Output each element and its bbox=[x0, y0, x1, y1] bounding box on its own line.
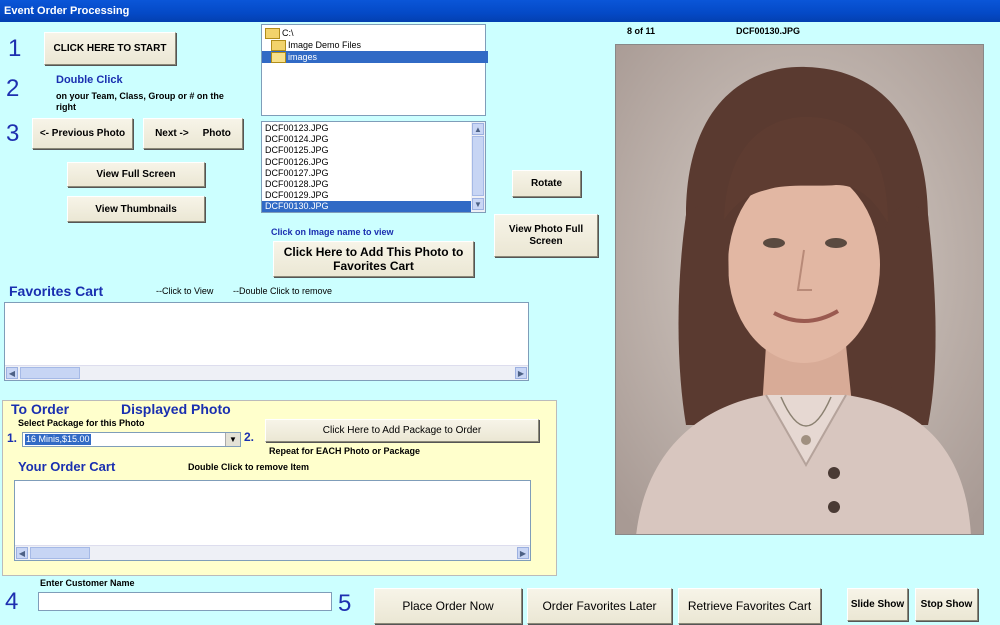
chevron-down-icon[interactable]: ▼ bbox=[225, 433, 240, 446]
order-cart-hint: Double Click to remove Item bbox=[188, 462, 310, 472]
order-cart-list[interactable]: ◀ ▶ bbox=[14, 480, 531, 561]
double-click-title: Double Click bbox=[56, 74, 123, 86]
add-package-step-number: 2. bbox=[244, 430, 255, 444]
place-order-button[interactable]: Place Order Now bbox=[374, 588, 522, 624]
step-5-number: 5 bbox=[338, 590, 352, 617]
scroll-right-icon[interactable]: ▶ bbox=[517, 547, 529, 559]
favorites-cart-title: Favorites Cart bbox=[9, 283, 104, 299]
file-list-scrollbar[interactable]: ▲ ▼ bbox=[471, 122, 485, 212]
folder-label: Image Demo Files bbox=[288, 40, 362, 50]
start-button[interactable]: CLICK HERE TO START bbox=[44, 32, 176, 65]
view-photo-full-screen-button[interactable]: View Photo Full Screen bbox=[494, 214, 598, 257]
list-item[interactable]: DCF00125.JPG bbox=[262, 145, 471, 156]
file-list[interactable]: DCF00123.JPG DCF00124.JPG DCF00125.JPG D… bbox=[261, 121, 486, 213]
click-image-name-hint: Click on Image name to view bbox=[271, 227, 394, 237]
order-favorites-later-button[interactable]: Order Favorites Later bbox=[527, 588, 672, 624]
folder-label: C:\ bbox=[282, 28, 294, 38]
double-click-description: on your Team, Class, Group or # on the r… bbox=[56, 91, 224, 112]
select-package-label: Select Package for this Photo bbox=[18, 418, 145, 428]
folder-tree[interactable]: C:\ Image Demo Files images bbox=[261, 24, 488, 116]
view-thumbnails-button[interactable]: View Thumbnails bbox=[67, 196, 205, 222]
scroll-left-icon[interactable]: ◀ bbox=[6, 367, 18, 379]
folder-label: images bbox=[288, 52, 318, 62]
next-photo-button[interactable]: Next -> Photo bbox=[143, 118, 243, 149]
list-item[interactable]: DCF00128.JPG bbox=[262, 179, 471, 190]
customer-name-label: Enter Customer Name bbox=[40, 578, 135, 588]
order-panel: To Order Displayed Photo Select Package … bbox=[2, 400, 557, 576]
favorites-remove-hint: --Double Click to remove bbox=[233, 286, 333, 296]
customer-name-value bbox=[39, 597, 41, 609]
scroll-left-icon[interactable]: ◀ bbox=[16, 547, 28, 559]
list-item[interactable]: DCF00129.JPG bbox=[262, 190, 471, 201]
displayed-photo-title: Displayed Photo bbox=[121, 401, 231, 417]
add-to-favorites-button[interactable]: Click Here to Add This Photo to Favorite… bbox=[273, 241, 474, 277]
order-cart-scrollbar[interactable]: ◀ ▶ bbox=[15, 545, 530, 560]
list-item[interactable]: DCF00127.JPG bbox=[262, 168, 471, 179]
repeat-hint: Repeat for EACH Photo or Package bbox=[269, 446, 421, 456]
folder-item-demo[interactable]: Image Demo Files bbox=[265, 39, 488, 51]
add-package-button[interactable]: Click Here to Add Package to Order bbox=[265, 419, 539, 442]
scroll-thumb[interactable] bbox=[20, 367, 80, 379]
scroll-thumb[interactable] bbox=[472, 136, 484, 196]
order-cart-title: Your Order Cart bbox=[18, 459, 116, 474]
list-item[interactable]: DCF00123.JPG bbox=[262, 123, 471, 134]
step-1-number: 1 bbox=[8, 35, 22, 62]
folder-item-root[interactable]: C:\ bbox=[265, 27, 488, 39]
folder-icon bbox=[271, 39, 286, 51]
stop-show-button[interactable]: Stop Show bbox=[915, 588, 978, 621]
list-item-selected[interactable]: DCF00130.JPG bbox=[262, 201, 471, 212]
view-full-screen-button[interactable]: View Full Screen bbox=[67, 162, 205, 187]
scroll-right-icon[interactable]: ▶ bbox=[515, 367, 527, 379]
step-4-number: 4 bbox=[5, 588, 19, 615]
step-2-number: 2 bbox=[6, 75, 20, 102]
step-3-number: 3 bbox=[6, 120, 20, 147]
customer-name-input[interactable] bbox=[38, 592, 332, 611]
previous-photo-button[interactable]: <- Previous Photo bbox=[32, 118, 133, 149]
folder-icon bbox=[265, 27, 280, 39]
retrieve-favorites-button[interactable]: Retrieve Favorites Cart bbox=[678, 588, 821, 624]
to-order-title: To Order bbox=[11, 401, 70, 417]
folder-open-icon bbox=[271, 51, 286, 63]
package-select-value: 16 Minis,$15.00 bbox=[25, 434, 91, 445]
package-step-number: 1. bbox=[7, 431, 18, 445]
photo-counter: 8 of 11 bbox=[627, 26, 656, 36]
window-title: Event Order Processing bbox=[0, 0, 1000, 22]
scroll-thumb[interactable] bbox=[30, 547, 90, 559]
list-item[interactable]: DCF00126.JPG bbox=[262, 157, 471, 168]
rotate-button[interactable]: Rotate bbox=[512, 170, 581, 197]
photo-filename: DCF00130.JPG bbox=[736, 26, 801, 36]
favorites-click-hint: --Click to View bbox=[156, 286, 214, 296]
scroll-up-icon[interactable]: ▲ bbox=[472, 123, 484, 135]
favorites-cart-list[interactable]: ◀ ▶ bbox=[4, 302, 529, 381]
displayed-photo[interactable] bbox=[615, 44, 984, 535]
favorites-scrollbar[interactable]: ◀ ▶ bbox=[5, 365, 528, 380]
list-item[interactable]: DCF00124.JPG bbox=[262, 134, 471, 145]
package-select[interactable]: 16 Minis,$15.00 ▼ bbox=[22, 432, 241, 447]
scroll-down-icon[interactable]: ▼ bbox=[472, 198, 484, 210]
portrait-image bbox=[616, 45, 983, 534]
slide-show-button[interactable]: Slide Show bbox=[847, 588, 908, 621]
folder-item-images[interactable]: images bbox=[262, 51, 488, 63]
